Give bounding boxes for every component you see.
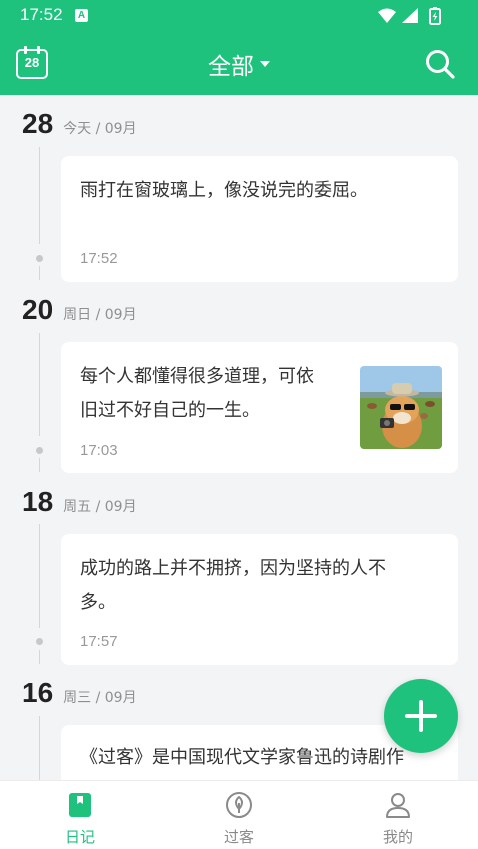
- diary-entry-card[interactable]: 每个人都懂得很多道理，可依 旧过不好自己的一生。 17:03: [61, 342, 458, 473]
- date-day: 18: [22, 486, 54, 517]
- add-entry-button[interactable]: [384, 679, 458, 753]
- leaf-icon: [226, 792, 252, 818]
- date-weekday-month: 周日 / 09月: [63, 307, 137, 323]
- entry-text: 成功的路上并不拥挤，因为坚持的人不 多。: [80, 558, 386, 613]
- bottom-navigation: 日记 过客 我的: [0, 780, 478, 849]
- filter-title[interactable]: 全部: [208, 47, 254, 81]
- date-day: 28: [22, 108, 54, 139]
- timeline-line: [39, 266, 40, 280]
- entry-time: 17:03: [80, 442, 118, 459]
- entry-text: 每个人都懂得很多道理，可依 旧过不好自己的一生。: [80, 366, 314, 421]
- diary-entry-card[interactable]: 成功的路上并不拥挤，因为坚持的人不 多。 17:57: [61, 534, 458, 665]
- status-system-icons: [378, 7, 441, 25]
- diary-icon: [69, 793, 91, 817]
- timeline-dot: [33, 444, 46, 457]
- entry-time: 17:52: [80, 250, 118, 267]
- date-header: 16 周三 / 09月: [22, 677, 137, 711]
- nav-label: 日记: [64, 828, 95, 846]
- timeline-line: [39, 333, 40, 436]
- timeline-line: [39, 147, 40, 244]
- timeline-line: [39, 650, 40, 664]
- entry-text: 《过客》是中国现代文学家鲁迅的诗剧作: [80, 747, 404, 768]
- entry-photo-thumbnail[interactable]: [360, 366, 442, 449]
- date-day: 20: [22, 294, 54, 325]
- nav-item-diary[interactable]: 日记: [20, 781, 140, 849]
- nav-label: 过客: [223, 828, 254, 846]
- nav-label: 我的: [382, 828, 413, 846]
- signal-icon: [402, 8, 418, 23]
- entry-text: 雨打在窗玻璃上，像没说完的委屈。: [80, 180, 368, 201]
- timeline-dot: [33, 252, 46, 265]
- nav-item-mine[interactable]: 我的: [338, 781, 458, 849]
- search-icon[interactable]: [424, 48, 456, 80]
- caret-down-icon[interactable]: [260, 60, 270, 67]
- battery-icon: [429, 7, 441, 25]
- date-header: 28 今天 / 09月: [22, 108, 137, 142]
- person-icon: [386, 793, 410, 818]
- app-bar: 28 全部: [0, 32, 478, 95]
- date-weekday-month: 周三 / 09月: [63, 690, 137, 706]
- date-weekday-month: 今天 / 09月: [63, 121, 137, 137]
- wifi-icon: [378, 8, 396, 23]
- date-day: 16: [22, 677, 54, 708]
- status-bar: 17:52 A: [0, 0, 478, 32]
- cat-selfie-image: [360, 366, 442, 449]
- date-weekday-month: 周五 / 09月: [63, 499, 137, 515]
- status-notification-icon: A: [75, 9, 88, 22]
- timeline-line: [39, 716, 40, 780]
- timeline-line: [39, 524, 40, 628]
- timeline-dot: [33, 635, 46, 648]
- status-time: 17:52: [20, 5, 63, 24]
- diary-entry-card[interactable]: 雨打在窗玻璃上，像没说完的委屈。 17:52: [61, 156, 458, 282]
- nav-item-passerby[interactable]: 过客: [179, 781, 299, 849]
- date-header: 20 周日 / 09月: [22, 294, 137, 328]
- entry-time: 17:57: [80, 633, 118, 650]
- timeline-line: [39, 458, 40, 472]
- date-header: 18 周五 / 09月: [22, 486, 137, 520]
